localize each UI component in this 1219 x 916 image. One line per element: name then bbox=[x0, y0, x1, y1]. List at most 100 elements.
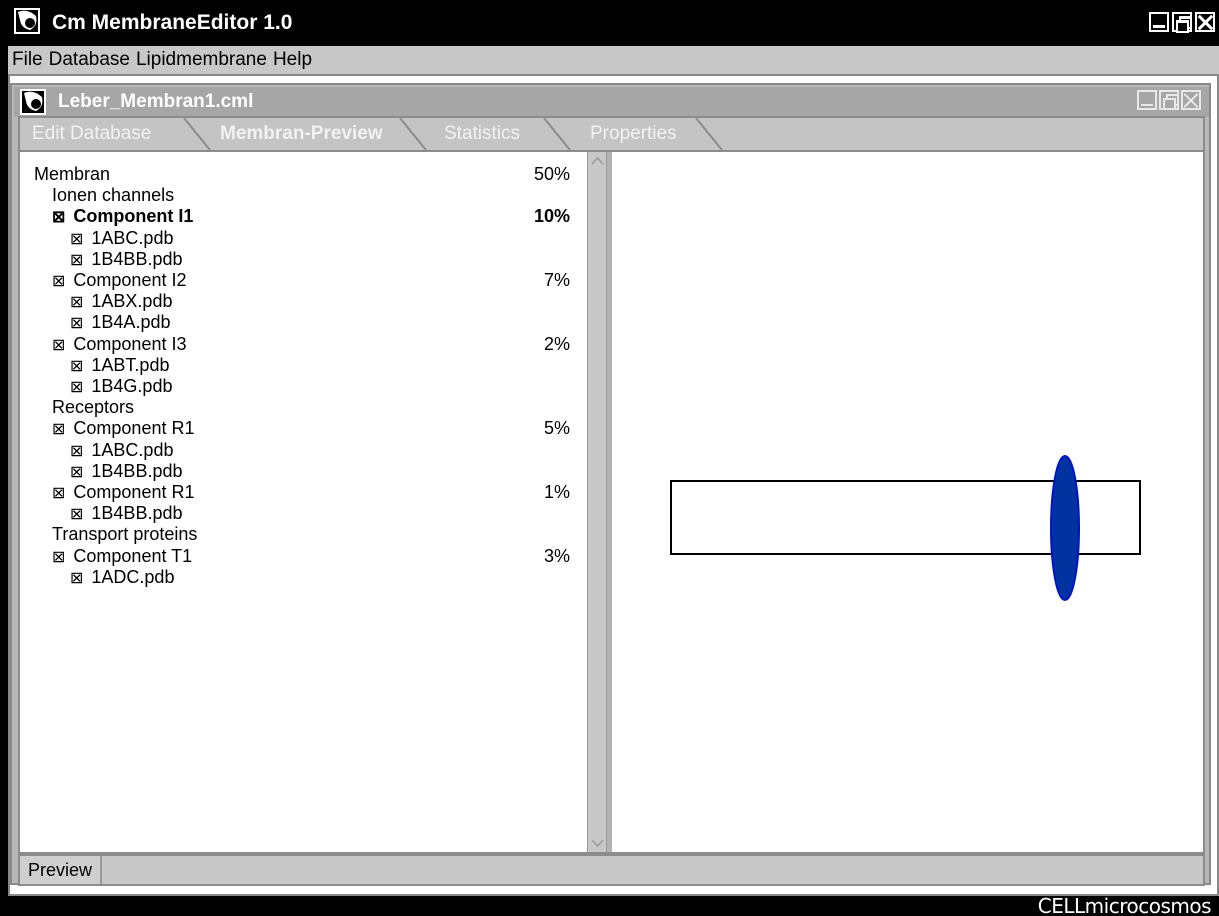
tree-row[interactable]: Transport proteins bbox=[20, 524, 580, 545]
checkbox-icon[interactable]: ⊠ bbox=[70, 462, 83, 483]
close-icon[interactable] bbox=[1181, 90, 1201, 110]
checkbox-icon[interactable]: ⊠ bbox=[70, 568, 83, 589]
menu-help[interactable]: Help bbox=[273, 48, 312, 72]
tree-row[interactable]: Receptors bbox=[20, 397, 580, 418]
tree-row[interactable]: ⊠ 1B4A.pdb bbox=[20, 312, 580, 333]
tree-row-label: Transport proteins bbox=[52, 524, 197, 545]
tab-separator bbox=[183, 118, 211, 151]
tree-row-text: 1ABC.pdb bbox=[91, 439, 174, 460]
tab-separator bbox=[399, 118, 427, 151]
tree-row[interactable]: ⊠ 1ADC.pdb bbox=[20, 567, 580, 588]
tree-row-percentage: 5% bbox=[543, 418, 570, 439]
checkbox-icon[interactable]: ⊠ bbox=[52, 419, 65, 440]
tab-properties[interactable]: Properties bbox=[590, 120, 677, 150]
checkbox-icon[interactable]: ⊠ bbox=[70, 229, 83, 250]
restore-icon[interactable] bbox=[1159, 90, 1179, 110]
minimize-icon[interactable] bbox=[1149, 12, 1169, 32]
tree-row-label: ⊠ 1ABC.pdb bbox=[70, 228, 173, 250]
checkbox-icon[interactable]: ⊠ bbox=[70, 441, 83, 462]
cell-icon bbox=[14, 8, 40, 34]
checkbox-icon[interactable]: ⊠ bbox=[70, 356, 83, 377]
scroll-up-icon[interactable] bbox=[590, 154, 605, 168]
tab-separator bbox=[695, 118, 723, 151]
tree-row[interactable]: ⊠ Component I1 10% bbox=[20, 206, 580, 227]
restore-icon[interactable] bbox=[1172, 12, 1192, 33]
membrane-preview-pane[interactable] bbox=[612, 152, 1203, 852]
tree-row[interactable]: ⊠ Component R1 5% bbox=[20, 418, 580, 439]
checkbox-icon[interactable]: ⊠ bbox=[70, 377, 83, 398]
membrane-protein-ellipse[interactable] bbox=[1050, 455, 1080, 601]
tree-row-label: ⊠ Component T1 bbox=[52, 546, 192, 568]
menu-lipidmembrane[interactable]: Lipidmembrane bbox=[136, 48, 267, 72]
tree-row-label: ⊠ 1ABC.pdb bbox=[70, 440, 173, 462]
tree-row-text: 1B4BB.pdb bbox=[91, 460, 183, 481]
document-controls bbox=[1137, 90, 1201, 110]
checkbox-icon[interactable]: ⊠ bbox=[52, 207, 65, 228]
membrane-tree[interactable]: Membran 50% Ionen channels ⊠ Component I1 10%… bbox=[20, 152, 587, 852]
membrane-preview-canvas bbox=[670, 455, 1141, 601]
tree-row[interactable]: ⊠ 1B4BB.pdb bbox=[20, 249, 580, 270]
checkbox-icon[interactable]: ⊠ bbox=[52, 483, 65, 504]
scroll-down-icon[interactable] bbox=[590, 836, 605, 850]
tree-row-label: Ionen channels bbox=[52, 185, 174, 206]
document-title: Leber_Membran1.cml bbox=[58, 91, 254, 112]
tree-row-label: ⊠ Component I3 bbox=[52, 334, 186, 356]
tree-scrollbar[interactable] bbox=[587, 152, 607, 852]
tree-row[interactable]: ⊠ 1ABC.pdb bbox=[20, 440, 580, 461]
tree-row[interactable]: ⊠ Component I3 2% bbox=[20, 334, 580, 355]
tree-row[interactable]: ⊠ Component T1 3% bbox=[20, 546, 580, 567]
menu-database[interactable]: Database bbox=[49, 48, 130, 72]
tab-membran-preview[interactable]: Membran-Preview bbox=[220, 120, 383, 150]
checkbox-icon[interactable]: ⊠ bbox=[70, 313, 83, 334]
tree-row-text: 1B4BB.pdb bbox=[91, 503, 183, 524]
content-area: Membran 50% Ionen channels ⊠ Component I1 10%… bbox=[18, 150, 1205, 854]
tree-row-text: 1ABC.pdb bbox=[91, 227, 174, 248]
status-preview: Preview bbox=[20, 856, 103, 884]
tab-statistics[interactable]: Statistics bbox=[444, 120, 520, 150]
tree-row[interactable]: Membran 50% bbox=[20, 164, 580, 185]
tree-row-text: Component I2 bbox=[73, 270, 187, 290]
checkbox-icon[interactable]: ⊠ bbox=[70, 250, 83, 271]
menu-file[interactable]: File bbox=[12, 48, 43, 72]
tab-edit-database[interactable]: Edit Database bbox=[32, 120, 151, 150]
tab-separator bbox=[543, 118, 571, 151]
tree-row-percentage: 50% bbox=[533, 164, 570, 184]
tree-row-label: ⊠ Component R1 bbox=[52, 418, 194, 440]
tree-row-text: 1ABT.pdb bbox=[91, 354, 170, 375]
checkbox-icon[interactable]: ⊠ bbox=[70, 292, 83, 313]
tree-row-text: Component I3 bbox=[73, 333, 187, 354]
tree-row[interactable]: ⊠ 1ABC.pdb bbox=[20, 228, 580, 249]
document-titlebar[interactable]: Leber_Membran1.cml bbox=[14, 87, 1209, 117]
tree-row-text: Component I1 bbox=[73, 206, 194, 227]
cellmicrocosmos-logo: CELLmicrocosmos bbox=[1037, 894, 1212, 916]
tree-row-label: ⊠ Component I1 bbox=[52, 206, 193, 228]
tree-row[interactable]: ⊠ 1ABX.pdb bbox=[20, 291, 580, 312]
tree-row-label: ⊠ 1B4G.pdb bbox=[70, 376, 172, 398]
close-icon[interactable] bbox=[1195, 12, 1215, 32]
cell-icon bbox=[20, 89, 46, 115]
checkbox-icon[interactable]: ⊠ bbox=[52, 335, 65, 356]
tree-row-text: 1B4BB.pdb bbox=[91, 248, 183, 269]
checkbox-icon[interactable]: ⊠ bbox=[70, 504, 83, 525]
tree-row-percentage: 7% bbox=[543, 270, 570, 290]
tree-row[interactable]: ⊠ 1B4BB.pdb bbox=[20, 461, 580, 482]
tree-row[interactable]: Ionen channels bbox=[20, 185, 580, 206]
tree-row[interactable]: ⊠ 1B4BB.pdb bbox=[20, 503, 580, 524]
checkbox-icon[interactable]: ⊠ bbox=[52, 547, 65, 568]
checkbox-icon[interactable]: ⊠ bbox=[52, 271, 65, 292]
tree-row[interactable]: ⊠ Component I2 7% bbox=[20, 270, 580, 291]
app-titlebar[interactable]: Cm MembraneEditor 1.0 bbox=[0, 0, 1219, 46]
tree-row-text: Component R1 bbox=[73, 482, 195, 502]
tree-row-text: 1ADC.pdb bbox=[91, 566, 175, 587]
tab-bar: Edit Database Membran-Preview Statistics… bbox=[18, 116, 1205, 151]
tree-row[interactable]: ⊠ 1ABT.pdb bbox=[20, 355, 580, 376]
tree-row-text: 1B4A.pdb bbox=[91, 312, 171, 333]
tree-row-text: Component T1 bbox=[73, 545, 193, 566]
tree-row-label: ⊠ 1ABT.pdb bbox=[70, 355, 169, 377]
tree-row[interactable]: ⊠ 1B4G.pdb bbox=[20, 376, 580, 397]
tree-row[interactable]: ⊠ Component R1 1% bbox=[20, 482, 580, 503]
tree-row-text: Receptors bbox=[52, 397, 135, 418]
status-bar: Preview bbox=[18, 854, 1205, 886]
minimize-icon[interactable] bbox=[1137, 90, 1157, 110]
tree-row-label: Receptors bbox=[52, 397, 134, 418]
